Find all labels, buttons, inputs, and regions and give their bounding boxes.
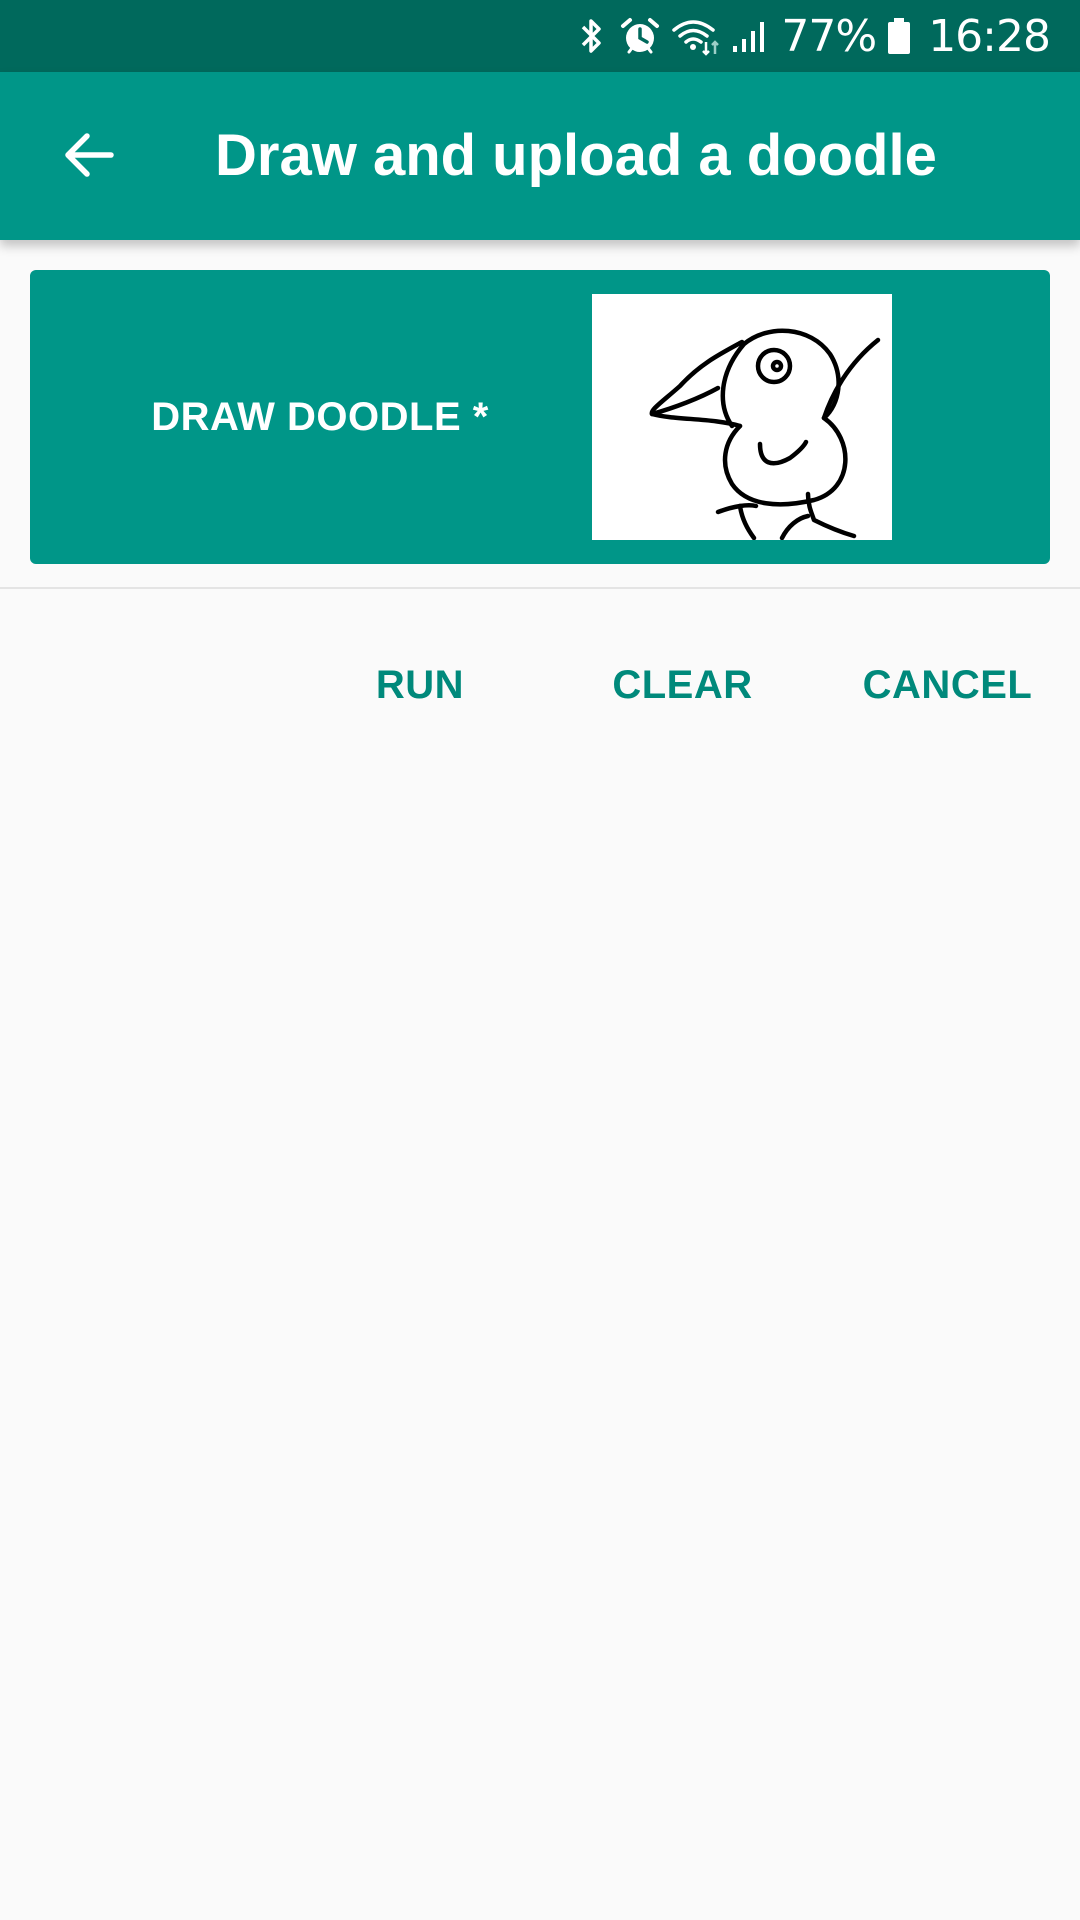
draw-doodle-label: DRAW DOODLE * bbox=[151, 394, 489, 439]
page-title: Draw and upload a doodle bbox=[215, 123, 937, 188]
doodle-image bbox=[592, 294, 892, 541]
clear-button[interactable]: CLEAR bbox=[600, 640, 765, 730]
signal-icon bbox=[731, 16, 771, 56]
battery-percent: 77% bbox=[781, 10, 877, 62]
draw-doodle-button[interactable]: DRAW DOODLE * bbox=[30, 270, 1050, 564]
cancel-button[interactable]: CANCEL bbox=[855, 640, 1040, 730]
status-bar: 77% 16:28 bbox=[0, 0, 1080, 72]
alarm-icon bbox=[619, 16, 661, 56]
back-button[interactable] bbox=[44, 112, 134, 202]
bluetooth-icon bbox=[573, 16, 609, 56]
app-bar: Draw and upload a doodle bbox=[0, 72, 1080, 240]
divider bbox=[0, 587, 1080, 589]
battery-icon bbox=[886, 16, 912, 56]
run-button[interactable]: RUN bbox=[360, 640, 480, 730]
arrow-left-icon bbox=[61, 127, 117, 188]
wifi-icon bbox=[671, 16, 721, 56]
status-time: 16:28 bbox=[928, 10, 1051, 62]
status-icons: 77% 16:28 bbox=[573, 0, 1051, 72]
